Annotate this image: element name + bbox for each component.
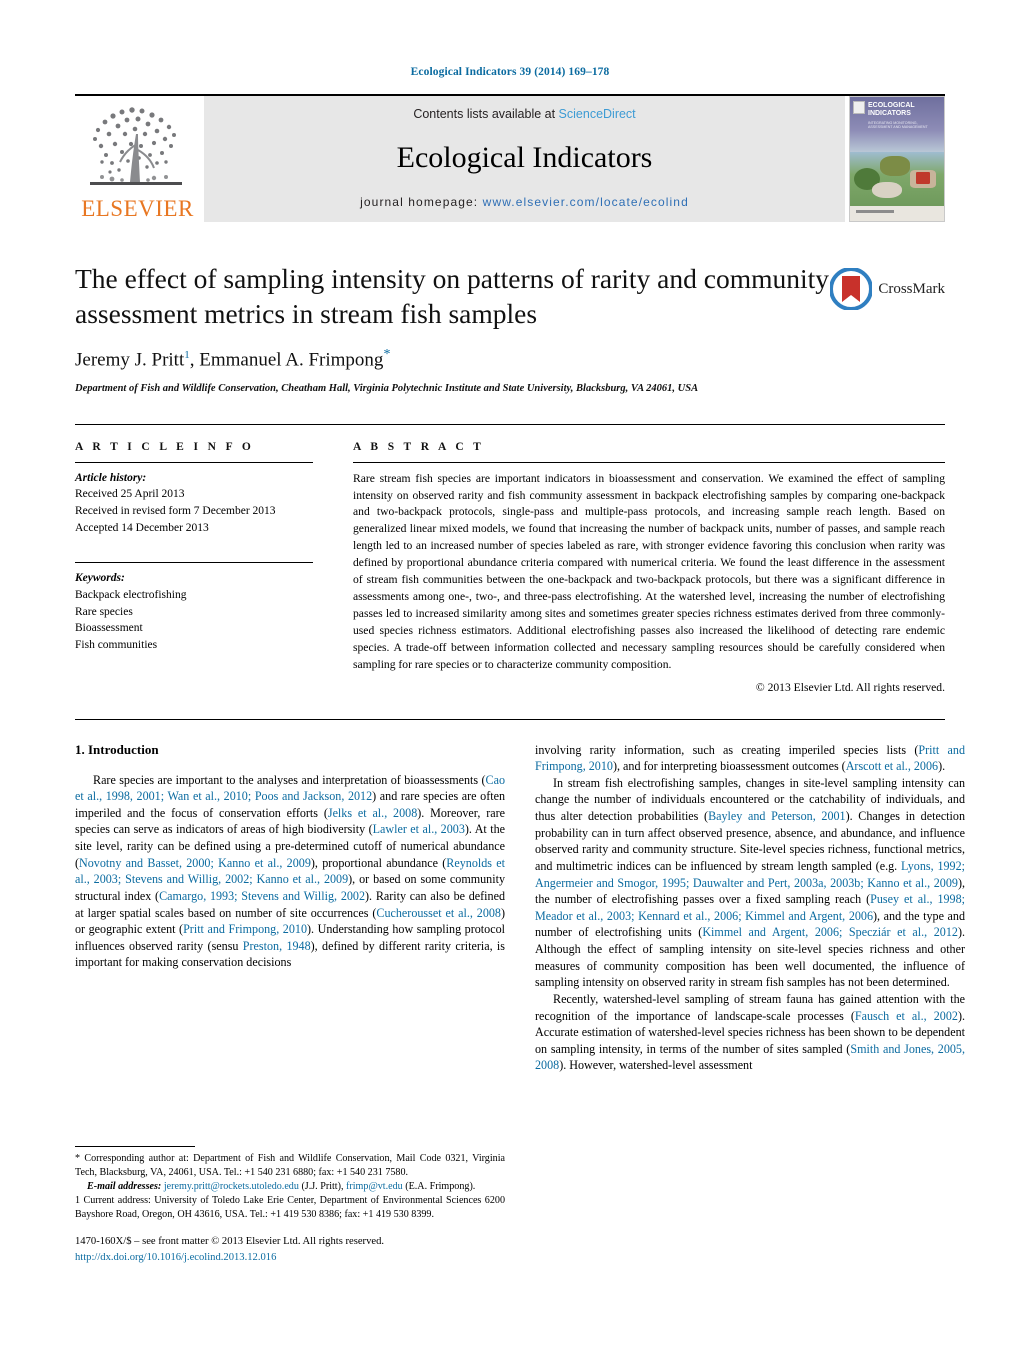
citation-link[interactable]: Cucherousset et al., 2008 <box>376 906 501 920</box>
email-owner-frimpong: (E.A. Frimpong). <box>405 1180 476 1192</box>
running-head: Ecological Indicators 39 (2014) 169–178 <box>410 66 610 78</box>
intro-paragraph-3: In stream fish electrofishing samples, c… <box>535 775 966 990</box>
abstract-copyright: © 2013 Elsevier Ltd. All rights reserved… <box>755 680 945 694</box>
author-2-footnote-marker[interactable]: * <box>383 347 390 362</box>
footnote-rule <box>75 1146 195 1147</box>
page-title: The effect of sampling intensity on patt… <box>75 263 830 329</box>
history-accepted: Accepted 14 December 2013 <box>75 521 209 534</box>
elsevier-wordmark: ELSEVIER <box>81 196 194 221</box>
cover-artwork <box>850 151 944 207</box>
sciencedirect-link[interactable]: ScienceDirect <box>559 107 636 121</box>
citation-link[interactable]: Cao et al., 1998, 2001; Wan et al., 2010… <box>75 773 505 804</box>
journal-homepage-link[interactable]: www.elsevier.com/locate/ecolind <box>483 195 689 209</box>
page-footer: 1470-160X/$ – see front matter © 2013 El… <box>75 1234 384 1265</box>
footnote-emails: E-mail addresses: jeremy.pritt@rockets.u… <box>75 1180 505 1194</box>
crossmark-label: CrossMark <box>878 280 945 297</box>
intro-paragraph-4: Recently, watershed-level sampling of st… <box>535 991 966 1073</box>
email-owner-pritt: (J.J. Pritt), <box>301 1180 344 1192</box>
article-info-heading: A R T I C L E I N F O <box>75 440 255 453</box>
cover-header: ECOLOGICAL INDICATORS INTEGRATING MONITO… <box>850 97 944 152</box>
issn-line: 1470-160X/$ – see front matter © 2013 El… <box>75 1236 385 1248</box>
body-columns: 1. Introduction Rare species are importa… <box>75 742 965 1222</box>
citation-link[interactable]: Lawler et al., 2003 <box>373 822 465 836</box>
keywords-block: Keywords: Backpack electrofishing Rare s… <box>75 562 313 653</box>
intro-paragraph-1: Rare species are important to the analys… <box>75 772 506 970</box>
citation-link[interactable]: Arscott et al., 2006 <box>846 759 938 773</box>
email-link-pritt[interactable]: jeremy.pritt@rockets.utoledo.edu <box>164 1181 299 1192</box>
author-name-2: Emmanuel A. Frimpong <box>199 349 384 371</box>
elsevier-logo: ELSEVIER <box>75 96 200 222</box>
cover-footer <box>850 206 944 221</box>
cover-blob-pale <box>872 181 902 198</box>
journal-name: Ecological Indicators <box>396 141 653 174</box>
crossmark-badge[interactable]: CrossMark <box>829 267 945 311</box>
keyword-item: Rare species <box>75 605 133 618</box>
section-heading-introduction: 1. Introduction <box>75 741 159 757</box>
history-revised: Received in revised form 7 December 2013 <box>75 504 276 517</box>
citation-link[interactable]: Lyons, 1992; Angermeier and Smogor, 1995… <box>535 859 965 890</box>
abstract-text: Rare stream fish species are important i… <box>353 471 945 671</box>
body-column-left: 1. Introduction Rare species are importa… <box>75 742 505 1222</box>
footnote-corresponding-author: * Corresponding author at: Department of… <box>75 1153 505 1178</box>
author-1-footnote-marker[interactable]: 1 <box>184 349 190 361</box>
contents-prefix: Contents lists available at <box>413 107 559 121</box>
abstract-column: A B S T R A C T Rare stream fish species… <box>335 441 945 703</box>
citation-link[interactable]: Preston, 1948 <box>243 939 311 953</box>
cover-subtitle: INTEGRATING MONITORING, ASSESSMENT AND M… <box>868 121 928 130</box>
email-link-frimpong[interactable]: frimp@vt.edu <box>346 1181 403 1192</box>
journal-homepage-line: journal homepage: www.elsevier.com/locat… <box>204 195 845 209</box>
elsevier-tree-icon <box>82 100 194 196</box>
journal-masthead: ELSEVIER Contents lists available at Sci… <box>75 94 945 222</box>
cover-title: ECOLOGICAL INDICATORS <box>868 102 915 117</box>
citation-link[interactable]: Smith and Jones, 2005, 2008 <box>535 1042 965 1073</box>
article-history-label: Article history: <box>75 471 147 484</box>
keywords-rule <box>75 562 313 564</box>
citation-link[interactable]: Fausch et al., 2002 <box>855 1009 958 1023</box>
citation-link[interactable]: Pritt and Frimpong, 2010 <box>183 922 307 936</box>
history-received: Received 25 April 2013 <box>75 488 185 501</box>
cover-blob-red <box>916 171 930 184</box>
article-info-rule <box>75 461 313 463</box>
abstract-rule <box>353 461 945 463</box>
footnote-current-address: 1 Current address: University of Toledo … <box>75 1194 505 1220</box>
affiliation: Department of Fish and Wildlife Conserva… <box>75 382 699 394</box>
citation-link[interactable]: Bayley and Peterson, 2001 <box>708 809 846 823</box>
cover-publisher-badge <box>853 101 865 114</box>
body-column-right: involving rarity information, such as cr… <box>535 742 965 1222</box>
article-page: Ecological Indicators 39 (2014) 169–178 <box>0 0 1020 1351</box>
keyword-item: Bioassessment <box>75 622 143 635</box>
email-label: E-mail addresses: <box>87 1180 162 1192</box>
citation-link[interactable]: Pusey et al., 1998; Meador et al., 2003;… <box>535 892 965 923</box>
journal-banner: Contents lists available at ScienceDirec… <box>204 96 845 222</box>
doi-link[interactable]: http://dx.doi.org/10.1016/j.ecolind.2013… <box>75 1252 276 1263</box>
homepage-prefix: journal homepage: <box>360 195 483 209</box>
abstract-heading: A B S T R A C T <box>353 440 485 453</box>
info-abstract-section: A R T I C L E I N F O Article history: R… <box>75 423 945 720</box>
article-info-column: A R T I C L E I N F O Article history: R… <box>75 441 335 703</box>
citation-link[interactable]: Kimmel and Argent, 2006; Specziár et al.… <box>702 925 958 939</box>
contents-line: Contents lists available at ScienceDirec… <box>204 107 845 121</box>
citation-link[interactable]: Jelks et al., 2008 <box>328 806 417 820</box>
author-name-1: Jeremy J. Pritt <box>75 349 185 371</box>
keyword-item: Backpack electrofishing <box>75 588 187 601</box>
intro-paragraph-2: involving rarity information, such as cr… <box>535 742 965 774</box>
crossmark-icon <box>829 267 874 311</box>
journal-cover-thumbnail: ECOLOGICAL INDICATORS INTEGRATING MONITO… <box>849 96 945 222</box>
footnotes-block: * Corresponding author at: Department of… <box>75 1146 505 1222</box>
cover-blob-rock <box>880 155 910 176</box>
keyword-item: Fish communities <box>75 638 158 651</box>
title-block: The effect of sampling intensity on patt… <box>75 262 945 394</box>
author-list: Jeremy J. Pritt1, Emmanuel A. Frimpong* <box>75 347 391 371</box>
keywords-label: Keywords: <box>75 572 125 585</box>
citation-link[interactable]: Novotny and Basset, 2000; Kanno et al., … <box>79 856 311 870</box>
citation-link[interactable]: Camargo, 1993; Stevens and Willig, 2002 <box>159 889 365 903</box>
